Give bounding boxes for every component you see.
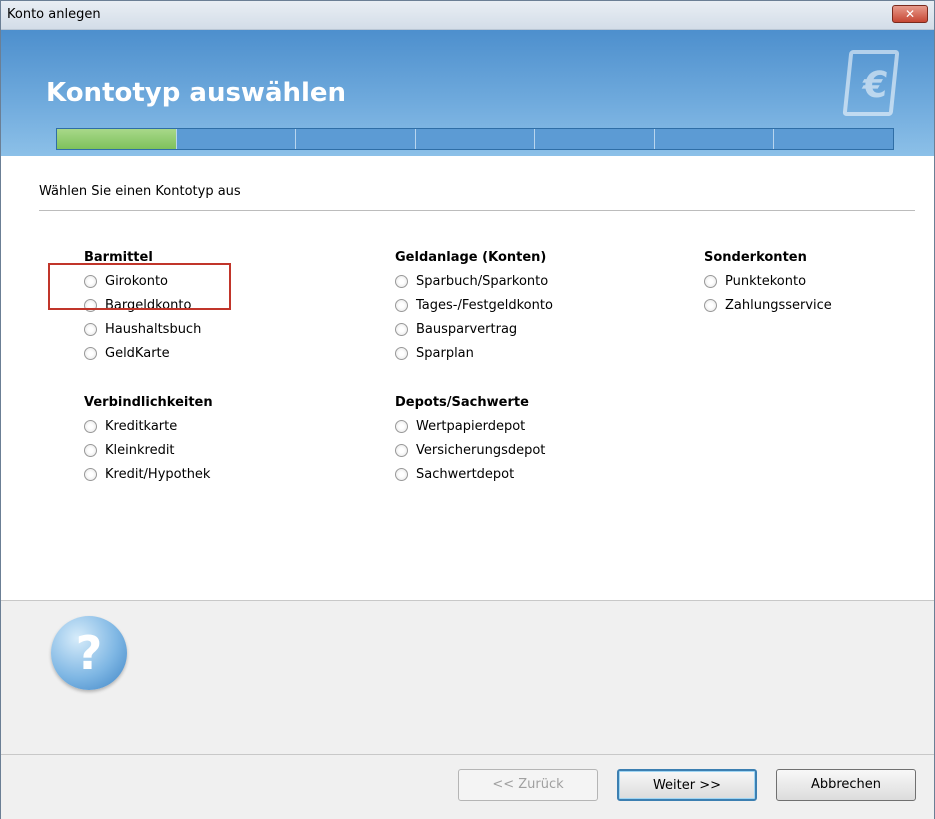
help-panel: ? [1,600,934,755]
radio-bausparvertrag[interactable]: Bausparvertrag [395,317,553,341]
radio-label: Tages-/Festgeldkonto [416,297,553,313]
progress-step-4 [416,129,536,149]
wizard-progress-bar [56,128,894,150]
instruction-text: Wählen Sie einen Kontotyp aus [39,184,241,199]
radio-icon[interactable] [395,346,408,360]
radio-label: Kredit/Hypothek [105,466,211,482]
euro-icon: € [860,65,890,106]
radio-icon[interactable] [395,443,408,457]
group-geldanlage: Geldanlage (Konten) Sparbuch/Sparkonto T… [395,250,553,365]
radio-icon[interactable] [395,322,408,336]
header-banner: Kontotyp auswählen € [1,30,934,156]
dialog-window: Konto anlegen ✕ Kontotyp auswählen € Wäh… [0,0,935,819]
page-title: Kontotyp auswählen [46,78,347,108]
progress-step-7 [774,129,893,149]
divider [39,210,915,211]
radio-sparplan[interactable]: Sparplan [395,341,553,365]
group-title-sonderkonten: Sonderkonten [704,250,807,265]
radio-zahlungsservice[interactable]: Zahlungsservice [704,293,832,317]
radio-kredit-hypothek[interactable]: Kredit/Hypothek [84,462,213,486]
radio-kreditkarte[interactable]: Kreditkarte [84,414,213,438]
radio-icon[interactable] [704,274,717,288]
radio-punktekonto[interactable]: Punktekonto [704,269,832,293]
radio-icon[interactable] [395,467,408,481]
close-button[interactable]: ✕ [892,5,928,23]
radio-label: GeldKarte [105,345,170,361]
highlight-annotation [48,263,231,310]
radio-tagesgeld[interactable]: Tages-/Festgeldkonto [395,293,553,317]
radio-label: Sparbuch/Sparkonto [416,273,549,289]
button-bar: << Zurück Weiter >> Abbrechen [1,754,934,819]
radio-icon[interactable] [395,419,408,433]
progress-step-6 [655,129,775,149]
radio-label: Haushaltsbuch [105,321,202,337]
radio-label: Zahlungsservice [725,297,832,313]
radio-icon[interactable] [84,322,97,336]
radio-sachwertdepot[interactable]: Sachwertdepot [395,462,545,486]
title-bar: Konto anlegen ✕ [1,1,934,30]
radio-label: Versicherungsdepot [416,442,546,458]
radio-label: Punktekonto [725,273,807,289]
radio-label: Sparplan [416,345,474,361]
radio-icon[interactable] [84,346,97,360]
radio-icon[interactable] [84,467,97,481]
question-mark-icon: ? [75,626,103,680]
group-depots: Depots/Sachwerte Wertpapierdepot Versich… [395,395,545,486]
window-title: Konto anlegen [7,7,101,22]
group-verbindlichkeiten: Verbindlichkeiten Kreditkarte Kleinkredi… [84,395,213,486]
radio-label: Kreditkarte [105,418,178,434]
radio-icon[interactable] [704,298,717,312]
group-title-depots: Depots/Sachwerte [395,395,529,410]
group-title-verbindlichkeiten: Verbindlichkeiten [84,395,213,410]
radio-sparbuch[interactable]: Sparbuch/Sparkonto [395,269,553,293]
help-icon[interactable]: ? [51,616,127,690]
radio-label: Wertpapierdepot [416,418,526,434]
progress-step-2 [177,129,297,149]
radio-label: Kleinkredit [105,442,175,458]
euro-document-icon: € [842,50,900,116]
radio-versicherungsdepot[interactable]: Versicherungsdepot [395,438,545,462]
radio-icon[interactable] [395,274,408,288]
next-button[interactable]: Weiter >> [617,769,757,801]
radio-label: Bausparvertrag [416,321,518,337]
cancel-button[interactable]: Abbrechen [776,769,916,801]
radio-icon[interactable] [84,419,97,433]
group-title-geldanlage: Geldanlage (Konten) [395,250,547,265]
radio-wertpapierdepot[interactable]: Wertpapierdepot [395,414,545,438]
close-icon: ✕ [904,7,916,21]
content-panel: Wählen Sie einen Kontotyp aus Barmittel … [1,156,934,600]
radio-icon[interactable] [84,443,97,457]
radio-icon[interactable] [395,298,408,312]
group-sonderkonten: Sonderkonten Punktekonto Zahlungsservice [704,250,832,317]
progress-step-1 [57,129,177,149]
radio-haushaltsbuch[interactable]: Haushaltsbuch [84,317,201,341]
progress-step-3 [296,129,416,149]
radio-geldkarte[interactable]: GeldKarte [84,341,201,365]
progress-step-5 [535,129,655,149]
radio-kleinkredit[interactable]: Kleinkredit [84,438,213,462]
radio-label: Sachwertdepot [416,466,515,482]
back-button[interactable]: << Zurück [458,769,598,801]
